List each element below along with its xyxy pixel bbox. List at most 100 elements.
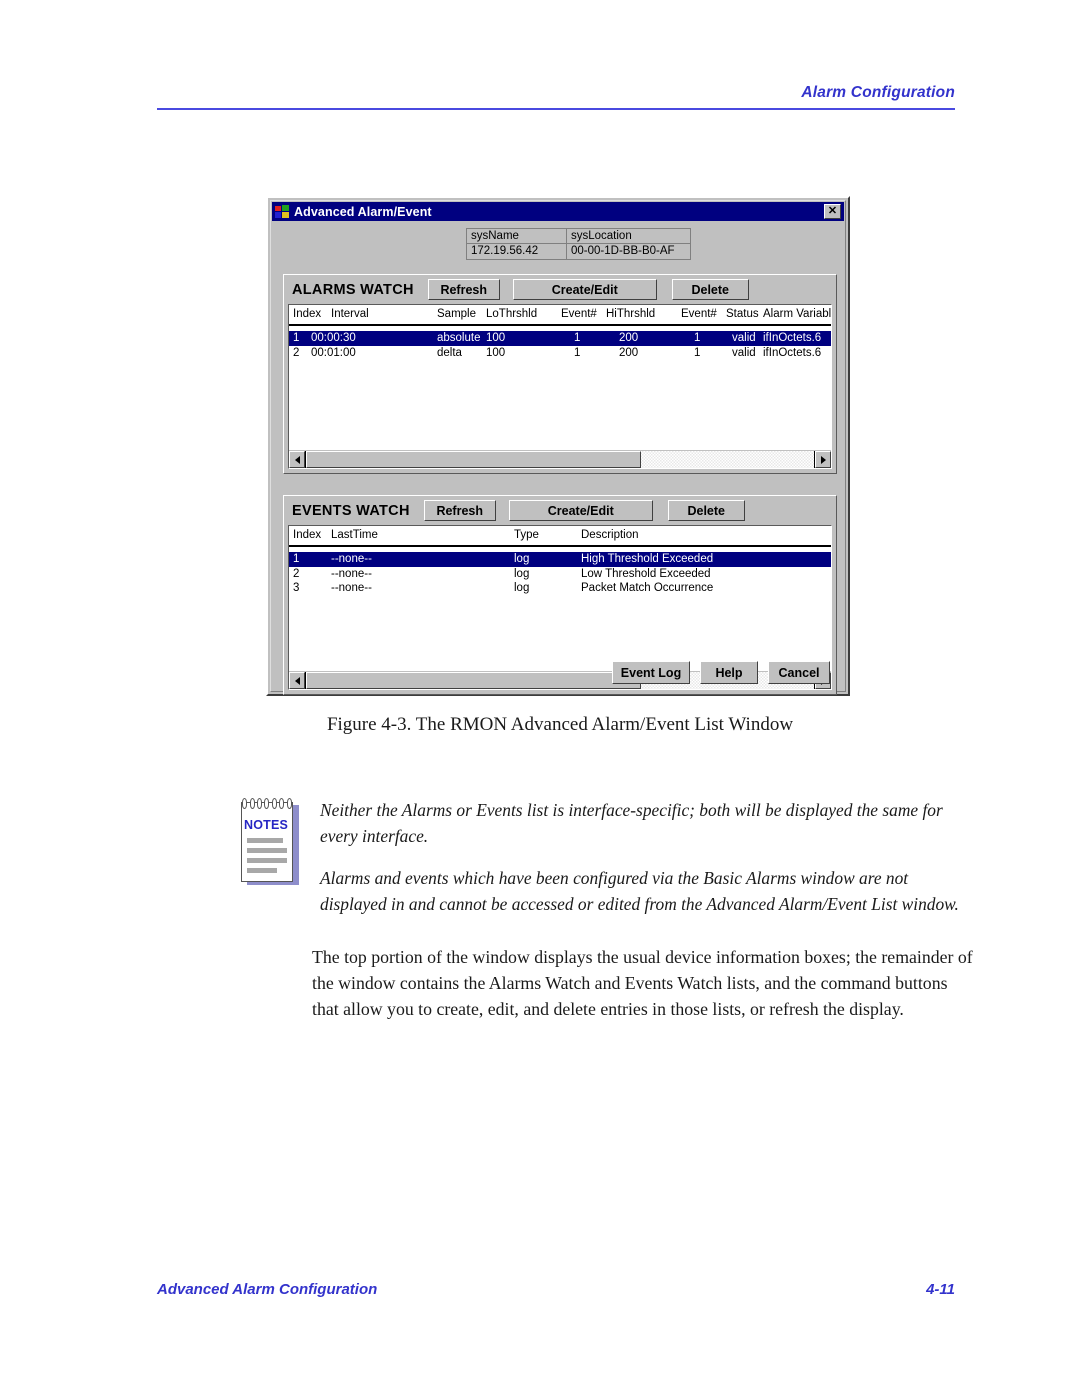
syslocation-label: sysLocation — [567, 228, 691, 244]
alarms-watch-title: ALARMS WATCH — [292, 281, 414, 298]
alarm-event-lo: 1 — [574, 346, 581, 359]
alarms-col-event-hi: Event# — [681, 308, 717, 320]
alarm-interval: 00:01:00 — [311, 346, 356, 359]
alarm-sample: delta — [437, 346, 462, 359]
device-info-boxes: sysName 172.19.56.42 sysLocation 00-00-1… — [466, 228, 691, 260]
events-delete-button[interactable]: Delete — [667, 500, 745, 521]
notepad-icon: NOTES — [240, 798, 302, 886]
cancel-button[interactable]: Cancel — [768, 661, 830, 684]
sysname-box: sysName 172.19.56.42 — [466, 228, 567, 260]
scrollbar-track[interactable] — [305, 451, 815, 468]
dialog-command-bar: Event Log Help Cancel — [602, 661, 830, 684]
alarm-lothrshld: 100 — [486, 346, 506, 359]
notepad-rule — [247, 848, 287, 853]
advanced-alarm-event-window[interactable]: Advanced Alarm/Event ✕ sysName 172.19.56… — [266, 196, 850, 696]
events-create-edit-button[interactable]: Create/Edit — [508, 500, 653, 521]
event-lasttime: --none-- — [331, 567, 372, 580]
alarms-col-status: Status — [726, 308, 759, 320]
events-refresh-button[interactable]: Refresh — [423, 500, 496, 521]
alarm-hithrshld: 200 — [619, 332, 639, 344]
alarms-refresh-button[interactable]: Refresh — [427, 279, 500, 300]
alarm-variable: ifInOctets.6 — [763, 346, 822, 359]
alarm-index: 1 — [293, 332, 300, 344]
event-type: log — [514, 553, 530, 565]
table-row[interactable]: 2 00:01:00 delta 100 1 200 1 valid ifInO… — [289, 346, 831, 361]
events-col-lasttime: LastTime — [331, 529, 378, 541]
events-col-description: Description — [581, 529, 639, 541]
events-list-header: Index LastTime Type Description — [289, 526, 831, 547]
scroll-left-arrow-icon[interactable] — [289, 451, 305, 468]
alarms-col-lothrshld: LoThrshld — [486, 308, 538, 320]
alarm-event-hi: 1 — [694, 332, 701, 344]
page-running-header: Alarm Configuration — [157, 84, 955, 110]
notes-label: NOTES — [243, 818, 289, 832]
header-rule — [157, 108, 955, 110]
event-lasttime: --none-- — [331, 582, 372, 594]
page-number: 4-11 — [926, 1281, 955, 1298]
notes-paragraph-2: Alarms and events which have been config… — [320, 868, 959, 914]
close-icon[interactable]: ✕ — [824, 204, 841, 219]
alarm-event-hi: 1 — [694, 346, 701, 359]
scrollbar-thumb[interactable] — [306, 672, 642, 689]
scroll-right-arrow-icon[interactable] — [815, 451, 831, 468]
event-index: 1 — [293, 553, 300, 565]
window-titlebar[interactable]: Advanced Alarm/Event ✕ — [272, 202, 844, 221]
alarms-list-body: 1 00:00:30 absolute 100 1 200 1 valid if… — [289, 326, 831, 360]
alarm-lothrshld: 100 — [486, 332, 506, 344]
scroll-left-arrow-icon[interactable] — [289, 672, 305, 689]
event-description: Low Threshold Exceeded — [581, 567, 711, 580]
alarms-col-event-lo: Event# — [561, 308, 597, 320]
event-type: log — [514, 582, 530, 594]
event-lasttime: --none-- — [331, 553, 372, 565]
event-index: 2 — [293, 567, 300, 580]
alarms-col-interval: Interval — [331, 308, 369, 320]
notepad-spiral-icon — [241, 798, 293, 809]
page-footer: Advanced Alarm Configuration 4-11 — [157, 1281, 955, 1298]
help-button[interactable]: Help — [700, 661, 758, 684]
alarms-col-index: Index — [293, 308, 322, 320]
alarms-list-header: Index Interval Sample LoThrshld Event# H… — [289, 305, 831, 326]
alarm-hithrshld: 200 — [619, 346, 639, 359]
alarm-index: 2 — [293, 346, 300, 359]
notes-paragraph-1: Neither the Alarms or Events list is int… — [320, 800, 943, 846]
events-col-type: Type — [514, 529, 539, 541]
table-row[interactable]: 1 00:00:30 absolute 100 1 200 1 valid if… — [289, 331, 831, 346]
notepad-rule — [247, 868, 277, 873]
notepad-rule — [247, 858, 287, 863]
alarms-watch-toolbar: ALARMS WATCH Refresh Create/Edit Delete — [284, 275, 836, 304]
alarm-status: valid — [732, 332, 756, 344]
events-watch-title: EVENTS WATCH — [292, 502, 410, 519]
alarm-status: valid — [732, 346, 756, 359]
notepad-rule — [247, 838, 283, 843]
sysname-value: 172.19.56.42 — [466, 244, 567, 260]
events-list-body: 1 --none-- log High Threshold Exceeded 2… — [289, 547, 831, 596]
list-item[interactable]: 3 --none-- log Packet Match Occurrence — [289, 581, 831, 596]
window-title: Advanced Alarm/Event — [294, 204, 432, 219]
scrollbar-thumb[interactable] — [306, 451, 642, 468]
notes-text: Neither the Alarms or Events list is int… — [320, 798, 970, 917]
alarms-col-variable: Alarm Variable — [763, 308, 832, 320]
event-type: log — [514, 567, 530, 580]
list-item[interactable]: 2 --none-- log Low Threshold Exceeded — [289, 567, 831, 582]
alarms-create-edit-button[interactable]: Create/Edit — [512, 279, 657, 300]
alarm-sample: absolute — [437, 332, 481, 344]
syslocation-box: sysLocation 00-00-1D-BB-B0-AF — [567, 228, 691, 260]
event-log-button[interactable]: Event Log — [612, 661, 690, 684]
list-item[interactable]: 1 --none-- log High Threshold Exceeded — [289, 552, 831, 567]
alarms-list[interactable]: Index Interval Sample LoThrshld Event# H… — [288, 304, 832, 469]
sysname-label: sysName — [466, 228, 567, 244]
alarms-horizontal-scrollbar[interactable] — [289, 450, 831, 468]
figure-caption: Figure 4-3. The RMON Advanced Alarm/Even… — [326, 714, 794, 735]
event-description: Packet Match Occurrence — [581, 582, 714, 594]
footer-section-title: Advanced Alarm Configuration — [157, 1281, 378, 1298]
syslocation-value: 00-00-1D-BB-B0-AF — [567, 244, 691, 260]
alarms-col-sample: Sample — [437, 308, 476, 320]
body-paragraph: The top portion of the window displays t… — [312, 947, 973, 1019]
events-watch-toolbar: EVENTS WATCH Refresh Create/Edit Delete — [284, 496, 836, 525]
alarms-delete-button[interactable]: Delete — [671, 279, 749, 300]
alarm-variable: ifInOctets.6 — [763, 332, 822, 344]
application-icon — [275, 204, 290, 219]
event-description: High Threshold Exceeded — [581, 553, 714, 565]
notes-callout: NOTES Neither the Alarms or Events list … — [240, 798, 970, 917]
events-col-index: Index — [293, 529, 322, 541]
